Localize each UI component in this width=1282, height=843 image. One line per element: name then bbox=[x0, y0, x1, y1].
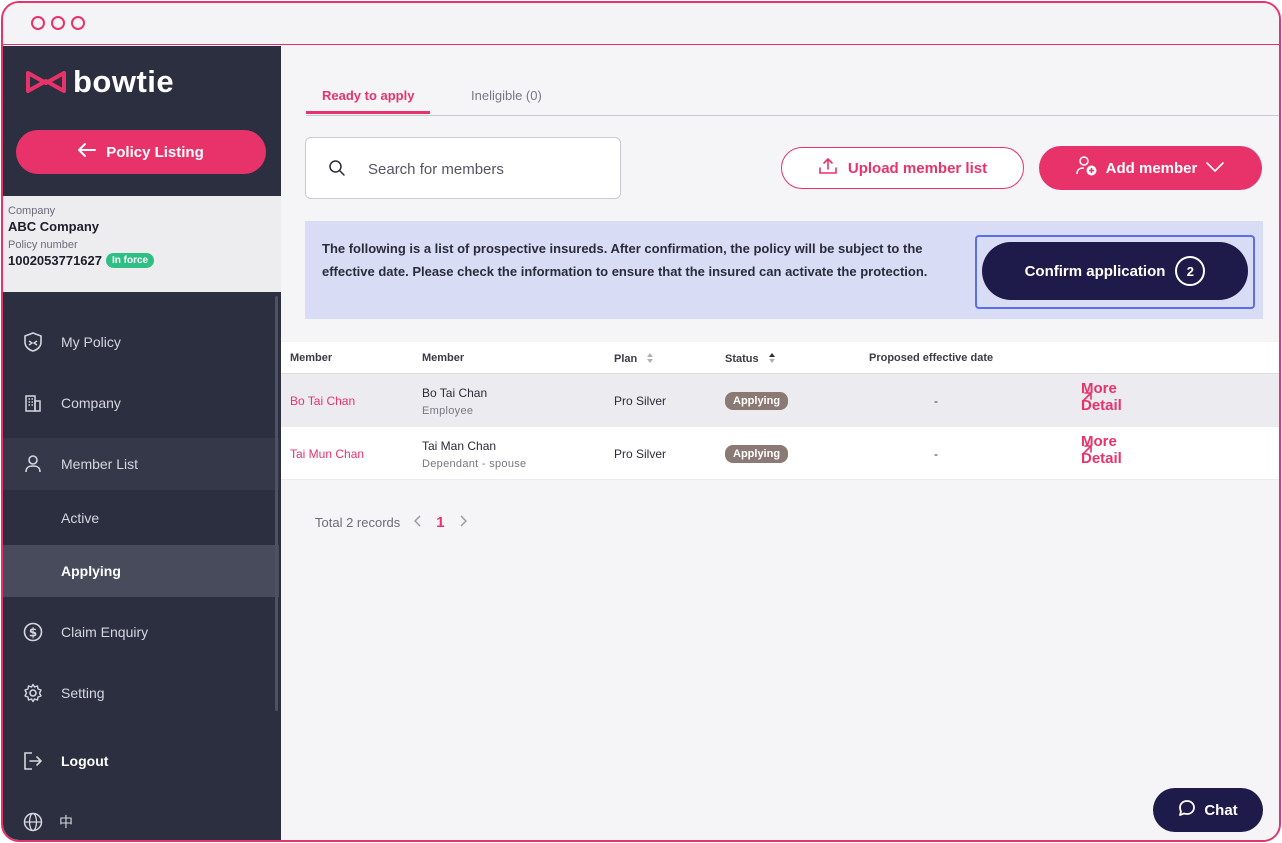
tab-bar: Ready to apply Ineligible (0) bbox=[305, 84, 1279, 116]
column-header-member-name: Member bbox=[422, 352, 465, 364]
sidebar-item-claim-enquiry[interactable]: $ Claim Enquiry bbox=[3, 606, 279, 658]
svg-text:$: $ bbox=[29, 626, 37, 640]
member-table: Member Member Plan Status Proposed effec… bbox=[281, 342, 1279, 480]
sidebar-item-label: Member List bbox=[61, 456, 139, 472]
sidebar-item-member-list[interactable]: Member List bbox=[3, 438, 279, 490]
company-card: Company ABC Company Policy number 100205… bbox=[3, 196, 281, 292]
sidebar-scrollbar[interactable] bbox=[275, 296, 278, 711]
pagination: Total 2 records 1 bbox=[315, 514, 467, 531]
chat-button[interactable]: Chat bbox=[1153, 788, 1263, 832]
sidebar-item-company[interactable]: Company bbox=[3, 377, 279, 429]
close-window-dot[interactable] bbox=[31, 16, 45, 30]
column-header-status[interactable]: Status bbox=[725, 352, 776, 365]
minimize-window-dot[interactable] bbox=[51, 16, 65, 30]
sidebar-item-active[interactable]: Active bbox=[3, 492, 279, 544]
policy-number: 1002053771627 bbox=[8, 253, 102, 268]
sidebar-item-label: Applying bbox=[61, 563, 121, 579]
logout-icon bbox=[23, 751, 43, 771]
confirm-count-badge: 2 bbox=[1175, 256, 1206, 286]
company-name: ABC Company bbox=[8, 219, 100, 234]
search-box bbox=[305, 137, 621, 199]
building-icon bbox=[23, 393, 43, 413]
column-header-member: Member bbox=[290, 352, 333, 364]
bowtie-logo[interactable]: bowtie bbox=[25, 64, 174, 100]
member-link[interactable]: Bo Tai Chan bbox=[290, 394, 355, 408]
sidebar-item-label: Active bbox=[61, 510, 100, 526]
member-link[interactable]: Tai Mun Chan bbox=[290, 447, 364, 461]
bowtie-logo-icon bbox=[26, 71, 66, 93]
confirm-application-label: Confirm application bbox=[1024, 262, 1166, 280]
add-member-label: Add member bbox=[1105, 159, 1198, 177]
member-name: Tai Man Chan bbox=[422, 439, 497, 453]
sort-icon bbox=[647, 353, 654, 363]
table-header: Member Member Plan Status Proposed effec… bbox=[281, 342, 1279, 374]
add-user-icon bbox=[1075, 155, 1098, 181]
tab-ready-to-apply[interactable]: Ready to apply bbox=[305, 88, 432, 114]
gear-icon bbox=[23, 683, 43, 703]
plan-name: Pro Silver bbox=[614, 447, 667, 461]
chevron-down-icon bbox=[1205, 160, 1225, 177]
policy-listing-label: Policy Listing bbox=[106, 143, 204, 161]
prev-page-icon[interactable] bbox=[414, 515, 422, 530]
sort-ascending-icon bbox=[768, 353, 775, 363]
search-input[interactable] bbox=[368, 156, 608, 182]
table-row: Bo Tai Chan Bo Tai Chan Employee Pro Sil… bbox=[281, 374, 1279, 427]
upload-member-list-label: Upload member list bbox=[847, 159, 988, 177]
dollar-icon: $ bbox=[23, 622, 43, 642]
user-icon bbox=[23, 454, 43, 474]
logout-button[interactable]: Logout bbox=[3, 735, 279, 787]
maximize-window-dot[interactable] bbox=[71, 16, 85, 30]
language-label: 中 bbox=[59, 814, 73, 830]
search-icon bbox=[328, 159, 346, 182]
sidebar-item-my-policy[interactable]: My Policy bbox=[3, 316, 279, 368]
company-label: Company bbox=[8, 205, 56, 217]
sidebar-item-label: Claim Enquiry bbox=[61, 624, 149, 640]
member-relation: Employee bbox=[422, 405, 474, 417]
upload-member-list-button[interactable]: Upload member list bbox=[781, 147, 1024, 189]
title-bar bbox=[3, 3, 1279, 45]
main-content: Ready to apply Ineligible (0) Upload mem… bbox=[281, 46, 1279, 840]
plan-name: Pro Silver bbox=[614, 394, 667, 408]
notice-banner: The following is a list of prospective i… bbox=[305, 221, 1263, 319]
column-header-plan[interactable]: Plan bbox=[614, 352, 654, 365]
status-badge: Applying bbox=[725, 392, 789, 410]
policy-listing-button[interactable]: Policy Listing bbox=[16, 130, 266, 174]
sidebar-item-label: Company bbox=[61, 395, 121, 411]
sidebar: bowtie Policy Listing Company ABC Compan… bbox=[3, 46, 281, 840]
effective-date: - bbox=[934, 447, 938, 461]
chat-label: Chat bbox=[1204, 801, 1238, 819]
policy-number-label: Policy number bbox=[8, 239, 78, 251]
add-member-button[interactable]: Add member bbox=[1039, 146, 1262, 190]
table-row: Tai Mun Chan Tai Man Chan Dependant - sp… bbox=[281, 427, 1279, 480]
next-page-icon[interactable] bbox=[459, 515, 467, 530]
sidebar-item-setting[interactable]: Setting bbox=[3, 667, 279, 719]
upload-icon bbox=[818, 157, 838, 179]
policy-status-badge: In force bbox=[106, 253, 155, 268]
language-switch[interactable]: 中 bbox=[3, 796, 279, 840]
sidebar-item-label: Setting bbox=[61, 685, 105, 701]
sidebar-item-label: My Policy bbox=[61, 334, 121, 350]
more-detail-link[interactable]: More Detail bbox=[1081, 380, 1122, 414]
total-records: Total 2 records bbox=[315, 515, 401, 530]
app-window: bowtie Policy Listing Company ABC Compan… bbox=[1, 1, 1281, 842]
shield-icon bbox=[23, 332, 43, 352]
more-detail-link[interactable]: More Detail bbox=[1081, 433, 1122, 467]
member-name: Bo Tai Chan bbox=[422, 386, 488, 400]
logout-label: Logout bbox=[61, 753, 109, 769]
member-relation: Dependant - spouse bbox=[422, 458, 527, 470]
effective-date: - bbox=[934, 394, 938, 408]
globe-icon bbox=[23, 812, 43, 832]
sidebar-item-applying[interactable]: Applying bbox=[3, 545, 279, 597]
column-header-effective-date: Proposed effective date bbox=[869, 352, 994, 364]
current-page[interactable]: 1 bbox=[436, 514, 444, 531]
confirm-application-button[interactable]: Confirm application 2 bbox=[982, 242, 1248, 300]
notice-text: The following is a list of prospective i… bbox=[322, 241, 928, 280]
tab-ineligible[interactable]: Ineligible (0) bbox=[471, 88, 542, 103]
status-badge: Applying bbox=[725, 445, 789, 463]
chat-bubble-icon bbox=[1178, 799, 1196, 821]
arrow-left-icon bbox=[78, 143, 97, 161]
logo-text: bowtie bbox=[73, 64, 175, 99]
